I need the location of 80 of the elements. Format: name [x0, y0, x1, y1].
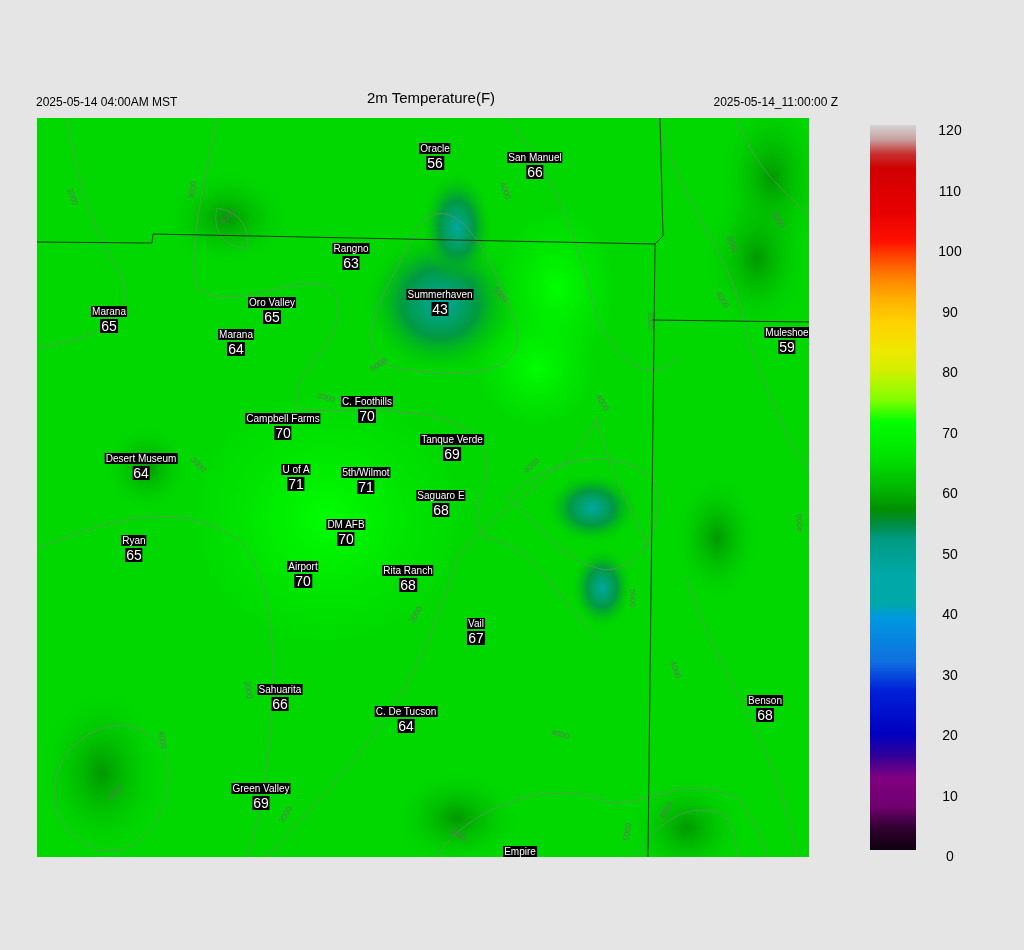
contour-label: 5000: [622, 822, 634, 842]
contour-label: 6000: [369, 357, 389, 373]
contour-label: 3000: [316, 391, 336, 405]
valid-time-local: 2025-05-14 04:00AM MST: [36, 95, 178, 110]
station-temperature: 64: [227, 342, 245, 356]
station-name: Saguaro E: [416, 490, 466, 501]
station-temperature: 70: [294, 574, 312, 588]
station-name: U of A: [281, 464, 311, 475]
station-temperature: 68: [399, 578, 417, 592]
station-name: Marana: [91, 306, 127, 317]
station-temperature: 65: [100, 319, 118, 333]
scale-tick-label: 90: [941, 304, 959, 319]
scale-tick-label: 0: [945, 849, 955, 863]
station-temperature: 68: [756, 708, 774, 722]
station-name: Tanque Verde: [420, 434, 484, 445]
contour-label: 4000: [550, 728, 570, 742]
station-name: 5th/Wilmot: [341, 467, 391, 478]
contour-label: 5000: [725, 235, 739, 255]
station-temperature: 67: [467, 631, 485, 645]
station-name: Oro Valley: [248, 297, 296, 308]
station-temperature: 64: [132, 466, 150, 480]
station-temperature: 65: [263, 310, 281, 324]
contour-label: 3000: [646, 312, 654, 330]
contour-label: 3000: [187, 180, 199, 200]
scale-tick-label: 70: [941, 425, 959, 440]
station-name: Empire: [503, 846, 537, 857]
station-name: San Manuel: [507, 152, 563, 163]
contour-label: 3000: [242, 680, 254, 700]
scale-tick-label: 10: [941, 788, 959, 803]
scale-tick-label: 40: [941, 607, 959, 621]
station-temperature: 64: [397, 719, 415, 733]
station-temperature: 65: [125, 548, 143, 562]
scale-tick-label: 20: [941, 728, 959, 742]
station-name: Oracle: [419, 143, 451, 154]
station-name: Benson: [747, 695, 783, 706]
contour-label: 2000: [65, 187, 79, 207]
scale-tick-label: 110: [937, 183, 963, 198]
station-name: Rangno: [332, 243, 370, 254]
scale-tick-label: 100: [937, 244, 963, 258]
station-name: DM AFB: [326, 519, 366, 530]
chart-title: 2m Temperature(F): [366, 89, 496, 108]
station-temperature: 69: [252, 796, 270, 810]
contour-label: 5000: [448, 827, 468, 843]
station-name: Vail: [467, 618, 485, 629]
contour-label: 4000: [668, 660, 682, 680]
station-name: Airport: [287, 561, 319, 572]
station-temperature: 69: [443, 447, 461, 461]
scale-tick-label: 60: [941, 486, 959, 500]
station-temperature: 66: [526, 165, 544, 179]
station-temperature: 71: [287, 477, 305, 491]
station-temperature: 71: [357, 480, 375, 494]
station-temperature: 43: [431, 302, 449, 316]
station-name: Marana: [218, 329, 254, 340]
station-temperature: 66: [271, 697, 289, 711]
station-name: C. De Tucson: [374, 706, 438, 717]
station-name: Sahuarita: [257, 684, 303, 695]
station-name: Ryan: [121, 535, 147, 546]
station-temperature: 63: [342, 256, 360, 270]
station-temperature: 56: [426, 156, 444, 170]
contour-label: 4000: [498, 181, 512, 201]
station-temperature: 59: [778, 340, 796, 354]
station-name: Muleshoe: [764, 327, 809, 338]
scale-tick-label: 120: [937, 123, 963, 137]
station-name: Desert Museum: [104, 453, 178, 464]
station-name: Campbell Farms: [245, 413, 321, 424]
station-temperature: 70: [337, 532, 355, 546]
valid-time-utc: 2025-05-14_11:00:00 Z: [713, 95, 838, 110]
station-temperature: 68: [432, 503, 450, 517]
station-name: Summerhaven: [406, 289, 474, 300]
station-name: Rita Ranch: [382, 565, 434, 576]
scale-tick-label: 50: [941, 546, 959, 561]
station-name: Green Valley: [231, 783, 291, 794]
scale-tick-label: 30: [941, 667, 959, 682]
station-name: C. Foothills: [341, 396, 393, 407]
contour-label: 5000: [628, 589, 636, 607]
station-temperature: 70: [274, 426, 292, 440]
station-temperature: 70: [358, 409, 376, 423]
scale-tick-label: 80: [941, 365, 959, 379]
contour-label: 4000: [796, 514, 804, 532]
contour-label: 4000: [156, 730, 168, 750]
